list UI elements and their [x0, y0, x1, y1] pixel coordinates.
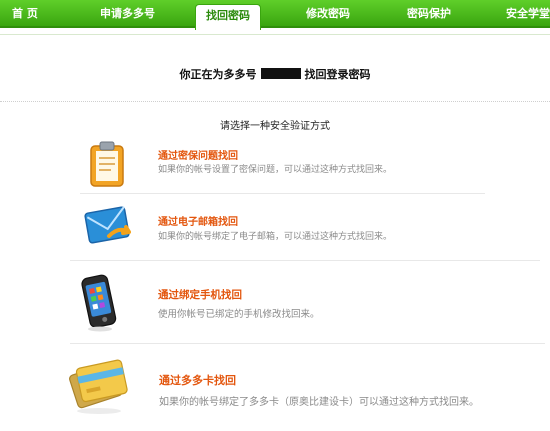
option-desc-email: 如果你的帐号绑定了电子邮箱，可以通过这种方式找回来。: [158, 232, 393, 242]
redacted-account-number: [260, 68, 301, 79]
dotted-divider: [0, 101, 550, 102]
email-icon: [84, 206, 131, 244]
option-card[interactable]: 通过多多卡找回 如果你的帐号绑定了多多卡（原奥比建设卡）可以通过这种方式找回来。: [65, 350, 550, 425]
option-title-email: 通过电子邮箱找回: [158, 217, 238, 228]
nav-item-change-password[interactable]: 修改密码: [306, 0, 350, 28]
mobile-phone-icon: [81, 274, 117, 332]
option-desc-card: 如果你的帐号绑定了多多卡（原奥比建设卡）可以通过这种方式找回来。: [159, 397, 479, 408]
title-suffix: 找回登录密码: [304, 68, 371, 81]
nav-divider: [0, 34, 550, 35]
option-email[interactable]: 通过电子邮箱找回 如果你的帐号绑定了电子邮箱，可以通过这种方式找回来。: [80, 198, 490, 253]
top-nav-bar: 首 页 申请多多号 找回密码 修改密码 密码保护 安全学堂: [0, 0, 550, 30]
option-desc-security-question: 如果你的帐号设置了密保问题，可以通过这种方式找回来。: [158, 165, 393, 175]
option-desc-mobile-phone: 使用你帐号已绑定的手机修改找回来。: [158, 309, 320, 320]
card-icon: [69, 359, 128, 414]
page-title: 你正在为多多号 找回登录密码: [0, 66, 550, 82]
option-separator: [70, 343, 545, 344]
nav-item-recover-password[interactable]: 找回密码: [195, 4, 261, 30]
option-title-security-question: 通过密保问题找回: [158, 151, 238, 162]
nav-item-password-protection[interactable]: 密码保护: [407, 0, 451, 28]
nav-item-apply-account[interactable]: 申请多多号: [100, 0, 155, 28]
option-title-mobile-phone: 通过绑定手机找回: [158, 289, 242, 301]
option-separator: [70, 260, 540, 261]
clipboard-icon: [90, 141, 124, 187]
option-security-question[interactable]: 通过密保问题找回 如果你的帐号设置了密保问题，可以通过这种方式找回来。: [80, 138, 490, 190]
verification-instruction: 请选择一种安全验证方式: [220, 121, 330, 132]
option-separator: [80, 193, 485, 194]
option-mobile-phone[interactable]: 通过绑定手机找回 使用你帐号已绑定的手机修改找回来。: [70, 266, 540, 336]
option-title-card: 通过多多卡找回: [159, 374, 236, 387]
nav-item-home[interactable]: 首 页: [12, 0, 38, 28]
nav-item-security-school[interactable]: 安全学堂: [506, 0, 550, 28]
title-prefix: 你正在为多多号: [179, 68, 257, 81]
